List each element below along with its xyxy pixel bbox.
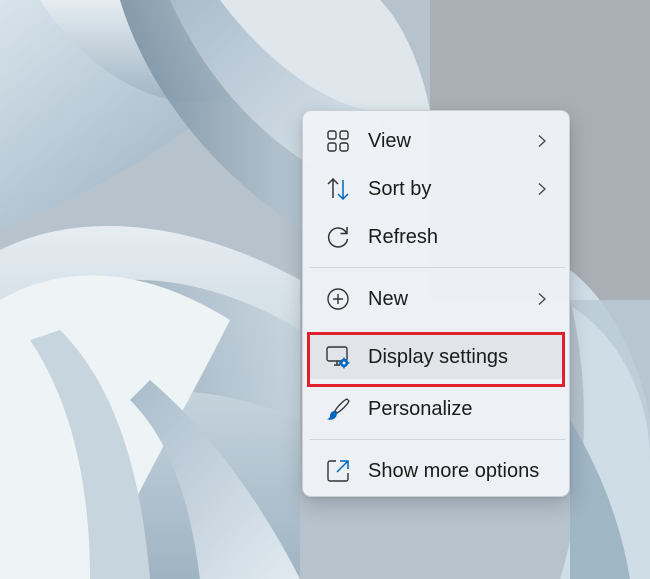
menu-item-show-more-options[interactable]: Show more options xyxy=(309,449,565,493)
desktop-context-menu: View Sort by Refresh New Display setting… xyxy=(302,110,570,497)
display-settings-icon xyxy=(326,346,350,369)
chevron-right-icon xyxy=(538,183,546,195)
menu-item-sort-by[interactable]: Sort by xyxy=(309,167,565,211)
menu-item-view[interactable]: View xyxy=(309,119,565,163)
menu-item-label: Display settings xyxy=(368,346,509,368)
refresh-icon xyxy=(327,227,349,248)
menu-item-label: Refresh xyxy=(368,226,439,248)
menu-item-new[interactable]: New xyxy=(309,277,565,321)
chevron-right-icon xyxy=(538,293,546,305)
menu-separator xyxy=(309,267,565,268)
menu-item-label: Show more options xyxy=(368,460,540,482)
menu-item-personalize[interactable]: Personalize xyxy=(309,387,565,431)
brush-icon xyxy=(327,398,350,420)
desktop[interactable]: View Sort by Refresh New Display setting… xyxy=(0,0,650,579)
sort-arrows-icon xyxy=(327,177,349,201)
open-external-icon xyxy=(327,460,349,482)
grid-icon xyxy=(327,130,349,152)
chevron-right-icon xyxy=(538,135,546,147)
menu-separator xyxy=(309,439,565,440)
menu-item-label: Personalize xyxy=(368,398,473,420)
menu-item-label: Sort by xyxy=(368,178,432,200)
menu-item-refresh[interactable]: Refresh xyxy=(309,215,565,259)
plus-circle-icon xyxy=(327,288,349,310)
menu-item-display-settings[interactable]: Display settings xyxy=(309,335,565,379)
menu-item-label: View xyxy=(368,130,411,152)
menu-item-label: New xyxy=(368,288,409,310)
